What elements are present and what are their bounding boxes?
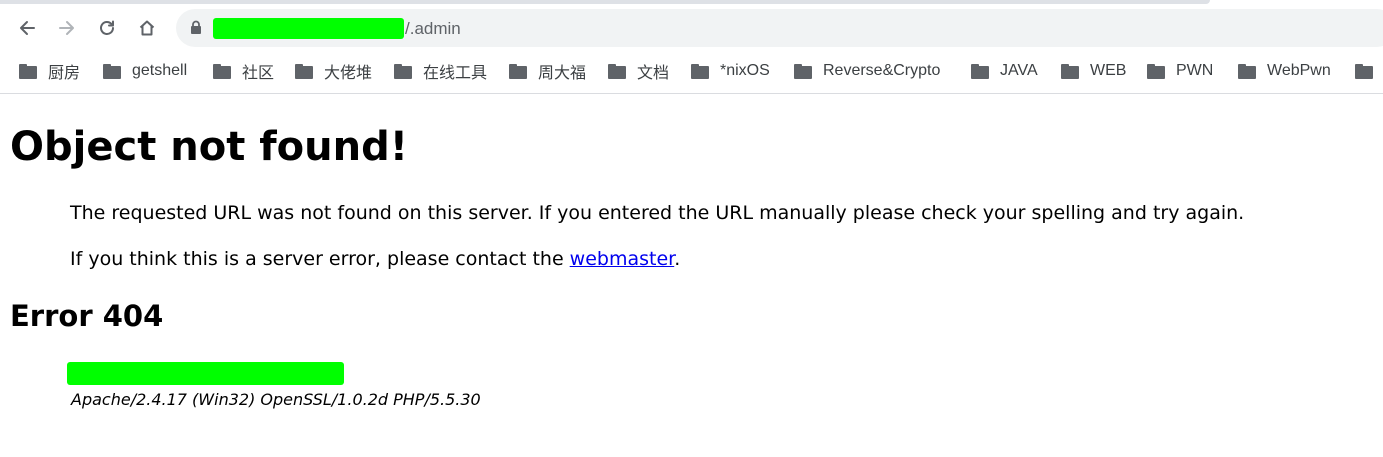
bookmark-label: 在线工具	[423, 65, 488, 82]
navigation-bar: /.admin	[0, 8, 1383, 48]
back-button[interactable]	[11, 12, 43, 44]
bookmark-folder[interactable]: 大佬堆	[295, 57, 372, 85]
contact-prefix: If you think this is a server error, ple…	[70, 248, 570, 270]
bookmarks-bar: 厨房 getshell 社区 大佬堆 在线工具 周大福 文档 *nixOS Reverse&Cr…	[0, 57, 1383, 85]
reload-icon	[100, 20, 114, 35]
home-button[interactable]	[131, 12, 163, 44]
bookmark-folder[interactable]: 周大福	[509, 57, 586, 85]
bookmark-label: getshell	[132, 62, 188, 79]
error-message: The requested URL was not found on this …	[70, 202, 1245, 224]
reload-button[interactable]	[91, 12, 123, 44]
folder-icon	[213, 63, 231, 79]
bookmark-label: WEB	[1090, 62, 1127, 79]
browser-chrome: /.admin 厨房 getshell 社区 大佬堆 在线工具 周大福 文档 *nixOS Re…	[0, 0, 1383, 94]
bookmark-folder[interactable]: JAVA	[971, 57, 1038, 85]
bookmark-label: 大佬堆	[324, 65, 373, 82]
forward-button[interactable]	[51, 12, 83, 44]
forward-icon	[59, 21, 74, 35]
bookmark-folder[interactable]: *nixOS	[691, 57, 770, 85]
folder-icon	[1238, 63, 1256, 79]
bookmark-folder[interactable]: 文档	[608, 57, 669, 85]
folder-icon	[1355, 63, 1373, 79]
page-title: Object not found!	[10, 124, 408, 170]
bookmark-label: 周大福	[538, 65, 587, 82]
folder-icon	[971, 63, 989, 79]
host-redaction	[67, 362, 344, 385]
lock-icon[interactable]	[190, 20, 202, 35]
folder-icon	[509, 63, 527, 79]
bookmarks-overflow[interactable]	[1355, 57, 1383, 85]
folder-icon	[103, 63, 121, 79]
contact-suffix: .	[674, 248, 681, 270]
folder-icon	[794, 63, 812, 79]
bookmark-folder[interactable]: WebPwn	[1238, 57, 1331, 85]
bookmark-folder[interactable]: Reverse&Crypto	[794, 57, 940, 85]
bookmark-label: 文档	[637, 65, 670, 82]
contact-paragraph: If you think this is a server error, ple…	[70, 247, 680, 271]
page-content: Object not found! The requested URL was …	[0, 94, 1383, 457]
error-code-heading: Error 404	[10, 299, 164, 333]
folder-icon	[295, 63, 313, 79]
folder-icon	[19, 63, 37, 79]
url-host-redaction	[213, 18, 404, 39]
bookmark-folder[interactable]: PWN	[1147, 57, 1213, 85]
bookmark-folder[interactable]: 厨房	[19, 57, 80, 85]
bookmark-label: PWN	[1176, 62, 1214, 79]
bookmark-folder[interactable]: 在线工具	[394, 57, 487, 85]
bookmark-folder[interactable]: 社区	[213, 57, 274, 85]
bookmark-label: 社区	[242, 65, 275, 82]
folder-icon	[608, 63, 626, 79]
tab-strip-edge	[0, 0, 1210, 4]
folder-icon	[1147, 63, 1165, 79]
folder-icon	[691, 63, 709, 79]
bookmark-label: *nixOS	[720, 62, 770, 79]
bookmark-label: 厨房	[48, 65, 81, 82]
bookmark-label: WebPwn	[1267, 62, 1331, 79]
folder-icon	[394, 63, 412, 79]
bookmark-label: Reverse&Crypto	[823, 62, 941, 79]
folder-icon	[1061, 63, 1079, 79]
url-path-text[interactable]: /.admin	[405, 18, 461, 39]
bookmark-label: JAVA	[1000, 62, 1038, 79]
home-icon	[139, 20, 155, 36]
webmaster-link[interactable]: webmaster	[570, 248, 675, 270]
back-icon	[20, 21, 35, 35]
bookmark-folder[interactable]: getshell	[103, 57, 187, 85]
server-signature: Apache/2.4.17 (Win32) OpenSSL/1.0.2d PHP…	[71, 390, 481, 409]
bookmark-folder[interactable]: WEB	[1061, 57, 1126, 85]
address-bar[interactable]: /.admin	[176, 9, 1383, 47]
